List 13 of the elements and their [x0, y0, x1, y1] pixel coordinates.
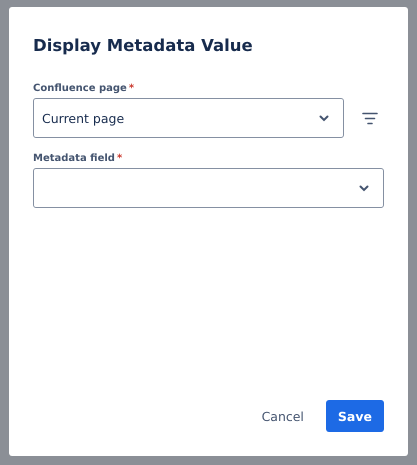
save-button[interactable]: Save	[326, 400, 384, 432]
field-label: Metadata field	[33, 153, 115, 164]
chevron-down-icon	[319, 114, 329, 122]
chevron-down-icon	[359, 184, 369, 192]
required-mark: *	[128, 83, 134, 94]
dialog-title: Display Metadata Value	[33, 36, 254, 55]
filter-icon[interactable]	[362, 112, 378, 124]
select-field[interactable]: Current page	[33, 98, 344, 138]
select-value: Current page	[42, 110, 124, 126]
required-mark: *	[116, 153, 122, 164]
select-field[interactable]	[33, 168, 384, 208]
cancel-button[interactable]: Cancel	[250, 400, 316, 432]
field-label: Confluence page	[33, 83, 127, 94]
